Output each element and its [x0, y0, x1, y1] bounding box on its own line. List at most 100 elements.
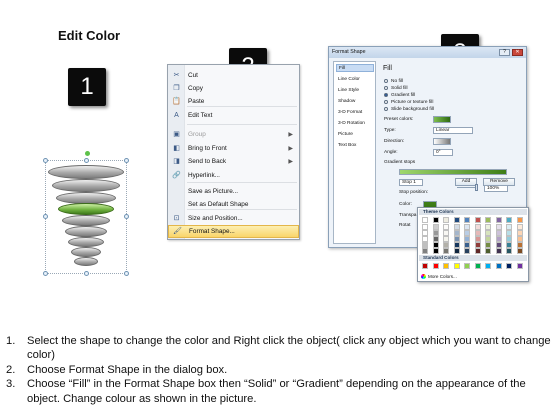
size-position-icon: ⊡	[173, 215, 180, 222]
more-colors-link[interactable]: More Colors...	[421, 274, 457, 279]
option-no-fill[interactable]: No fill	[384, 78, 403, 84]
menu-item-label: Size and Position...	[188, 215, 243, 222]
submenu-arrow-icon: ▶	[288, 132, 293, 138]
theme-color-swatch[interactable]	[485, 217, 491, 223]
funnel-ring[interactable]	[48, 165, 124, 179]
funnel-ring[interactable]	[52, 179, 120, 192]
menu-item-label: Format Shape...	[189, 228, 235, 235]
theme-colors-heading: Theme Colors	[419, 209, 527, 215]
angle-input[interactable]: 0°	[433, 149, 453, 156]
resize-handle[interactable]	[84, 158, 89, 163]
menu-item-bring-to-front[interactable]: ◧ Bring to Front ▶	[168, 142, 299, 155]
nav-shadow[interactable]: Shadow	[336, 98, 374, 106]
theme-color-swatch[interactable]	[453, 217, 460, 223]
theme-color-swatch[interactable]	[443, 217, 449, 223]
nav-picture[interactable]: Picture	[336, 131, 374, 139]
stop-position-slider[interactable]	[457, 187, 477, 188]
standard-color-swatch[interactable]	[464, 263, 470, 269]
theme-color-swatch[interactable]	[474, 217, 481, 223]
theme-color-swatch[interactable]	[422, 248, 428, 254]
menu-item-save-as-picture[interactable]: Save as Picture...	[168, 185, 299, 198]
funnel-ring[interactable]	[68, 237, 104, 247]
funnel-ring[interactable]	[62, 215, 110, 226]
standard-color-swatch[interactable]	[506, 263, 512, 269]
nav-fill[interactable]: Fill	[336, 64, 374, 72]
theme-color-swatch[interactable]	[506, 217, 512, 223]
radio-icon	[384, 107, 388, 111]
funnel-ring[interactable]	[74, 257, 98, 266]
menu-item-hyperlink[interactable]: 🔗 Hyperlink...	[168, 169, 299, 182]
menu-item-edit-text[interactable]: A Edit Text	[168, 109, 299, 122]
standard-color-swatch[interactable]	[495, 263, 502, 269]
resize-handle[interactable]	[43, 271, 48, 276]
theme-color-swatch[interactable]	[453, 248, 460, 254]
stop-dropdown[interactable]: Stop 1	[399, 179, 423, 186]
standard-color-swatch[interactable]	[516, 263, 523, 269]
option-background-fill[interactable]: Slide background fill	[384, 106, 434, 112]
edit-text-icon: A	[174, 112, 179, 119]
stop-position-input[interactable]: 100%	[484, 185, 508, 192]
nav-text-box[interactable]: Text Box	[336, 142, 374, 150]
menu-item-send-to-back[interactable]: ◨ Send to Back ▶	[168, 155, 299, 168]
menu-item-paste[interactable]: 📋 Paste	[168, 95, 299, 108]
theme-color-swatch[interactable]	[495, 248, 502, 254]
menu-item-cut[interactable]: ✂ Cut	[168, 69, 299, 82]
direction-dropdown[interactable]	[433, 138, 451, 145]
option-label: Solid fill	[391, 85, 408, 91]
theme-color-swatch[interactable]	[474, 248, 481, 254]
theme-color-swatch[interactable]	[443, 248, 449, 254]
theme-color-swatch[interactable]	[516, 248, 523, 254]
standard-color-swatch[interactable]	[485, 263, 491, 269]
option-solid-fill[interactable]: Solid fill	[384, 85, 408, 91]
standard-color-swatch[interactable]	[432, 263, 439, 269]
gradient-bar[interactable]	[399, 169, 507, 175]
nav-line-style[interactable]: Line Style	[336, 87, 374, 95]
type-label: Type:	[384, 128, 396, 133]
dialog-titlebar[interactable]: Format Shape ? ✕	[329, 47, 526, 58]
theme-color-swatch[interactable]	[485, 248, 491, 254]
close-button[interactable]: ✕	[512, 49, 523, 56]
theme-color-swatch[interactable]	[464, 248, 470, 254]
standard-color-swatch[interactable]	[453, 263, 460, 269]
type-dropdown[interactable]: Linear	[433, 127, 473, 134]
submenu-arrow-icon: ▶	[288, 146, 293, 152]
theme-color-swatch[interactable]	[464, 217, 470, 223]
nav-3d-rotation[interactable]: 3-D Rotation	[336, 120, 374, 128]
stop-position-label: Stop position:	[399, 190, 429, 195]
resize-handle[interactable]	[124, 158, 129, 163]
menu-item-size-and-position[interactable]: ⊡ Size and Position...	[168, 212, 299, 225]
preset-colors-dropdown[interactable]	[433, 116, 451, 123]
resize-handle[interactable]	[43, 214, 48, 219]
resize-handle[interactable]	[124, 214, 129, 219]
option-label: Gradient fill	[391, 92, 416, 98]
instruction-number: 3.	[6, 378, 16, 391]
add-stop-button[interactable]: Add	[455, 178, 477, 186]
funnel-ring-selected[interactable]	[58, 203, 114, 215]
nav-3d-format[interactable]: 3-D Format	[336, 109, 374, 117]
option-picture-fill[interactable]: Picture or texture fill	[384, 99, 433, 105]
resize-handle[interactable]	[124, 271, 129, 276]
theme-color-swatch[interactable]	[422, 217, 428, 223]
stop-position-knob[interactable]	[475, 184, 478, 191]
standard-color-swatch[interactable]	[443, 263, 449, 269]
theme-color-swatch[interactable]	[432, 217, 439, 223]
resize-handle[interactable]	[43, 158, 48, 163]
funnel-ring[interactable]	[71, 247, 101, 257]
menu-item-set-as-default-shape[interactable]: Set as Default Shape	[168, 198, 299, 211]
resize-handle[interactable]	[84, 271, 89, 276]
option-gradient-fill[interactable]: Gradient fill	[384, 92, 415, 98]
instruction-number: 1.	[6, 335, 16, 347]
menu-item-copy[interactable]: ❐ Copy	[168, 82, 299, 95]
theme-color-swatch[interactable]	[516, 217, 523, 223]
nav-line-color[interactable]: Line Color	[336, 76, 374, 84]
theme-color-swatch[interactable]	[506, 248, 512, 254]
standard-color-swatch[interactable]	[474, 263, 481, 269]
menu-item-format-shape[interactable]: 🖌 Format Shape...	[168, 225, 299, 238]
rotation-handle[interactable]	[85, 151, 90, 156]
theme-color-swatch[interactable]	[432, 248, 439, 254]
funnel-shape[interactable]	[43, 151, 129, 276]
standard-color-swatch[interactable]	[422, 263, 428, 269]
funnel-ring[interactable]	[65, 226, 107, 237]
theme-color-swatch[interactable]	[495, 217, 502, 223]
help-button[interactable]: ?	[499, 49, 510, 56]
